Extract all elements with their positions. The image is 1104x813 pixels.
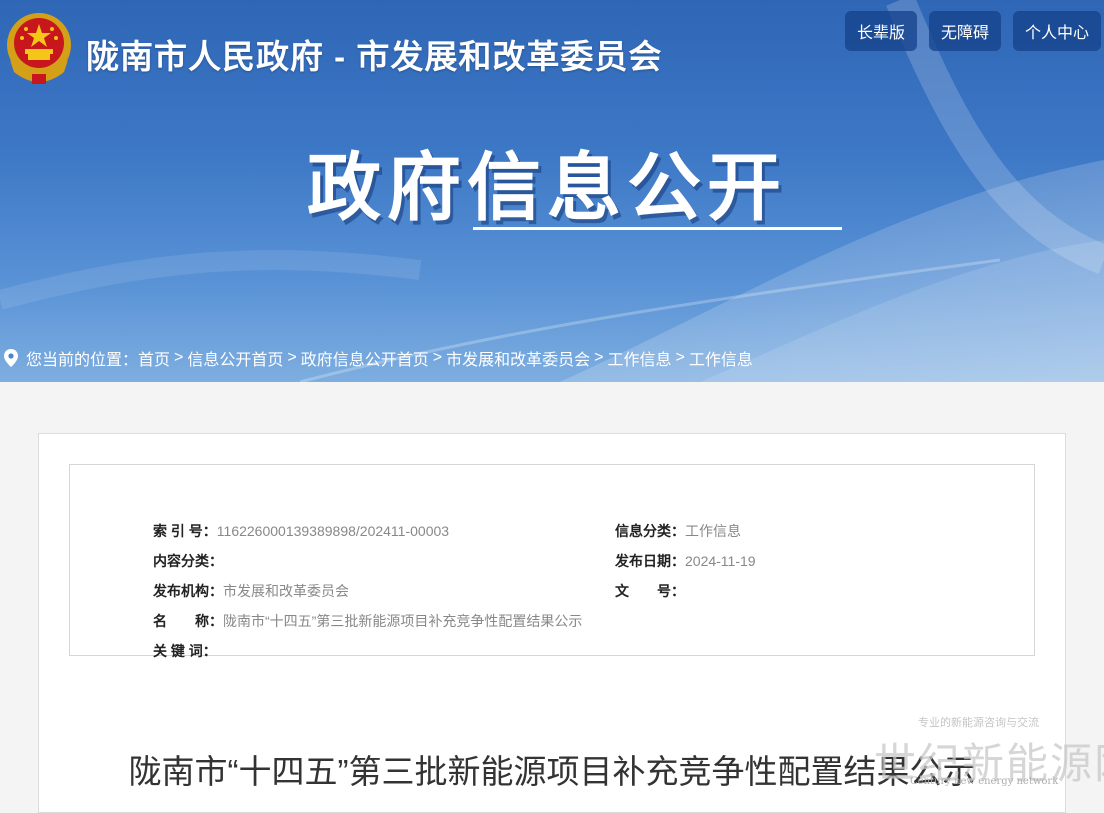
breadcrumb-gov-info-home[interactable]: 政府信息公开首页 — [301, 346, 429, 370]
meta-label: 关 键 词： — [153, 643, 217, 659]
breadcrumb-department[interactable]: 市发展和改革委员会 — [446, 346, 590, 370]
meta-value: 116226000139389898/202411-00003 — [216, 523, 450, 539]
meta-label: 发布日期： — [615, 553, 685, 569]
document-title: 陇南市“十四五”第三批新能源项目补充竞争性配置结果公示 — [128, 753, 976, 790]
breadcrumb-separator: > — [432, 349, 443, 366]
hero-title: 政府信息公开 — [307, 146, 787, 229]
meta-doc-no: 文 号： — [615, 580, 685, 602]
accessibility-button[interactable]: 无障碍 — [929, 11, 1001, 51]
article-panel: 索 引 号： 116226000139389898/202411-00003 信… — [38, 433, 1066, 813]
user-center-button[interactable]: 个人中心 — [1013, 11, 1101, 51]
meta-value: 工作信息 — [685, 523, 741, 539]
national-emblem-icon — [7, 13, 71, 84]
site-title: 陇南市人民政府 - 市发展和改革委员会 — [86, 38, 663, 75]
meta-content-class: 内容分类： — [153, 550, 223, 572]
meta-label: 内容分类： — [153, 553, 223, 569]
breadcrumb-separator: > — [174, 349, 184, 366]
elderly-mode-button[interactable]: 长辈版 — [845, 11, 917, 51]
meta-value: 市发展和改革委员会 — [223, 583, 349, 599]
location-pin-icon — [4, 349, 18, 367]
meta-publish-date: 发布日期： 2024-11-19 — [615, 550, 756, 572]
meta-publisher: 发布机构： 市发展和改革委员会 — [153, 580, 349, 602]
meta-label: 文 号： — [615, 583, 685, 599]
meta-label: 信息分类： — [615, 523, 685, 539]
meta-label: 发布机构： — [153, 583, 223, 599]
hero-underline — [473, 227, 842, 230]
content-area: 索 引 号： 116226000139389898/202411-00003 信… — [0, 382, 1104, 813]
metadata-table: 索 引 号： 116226000139389898/202411-00003 信… — [69, 464, 1035, 659]
breadcrumb-separator: > — [675, 349, 685, 366]
meta-value: 陇南市“十四五”第三批新能源项目补充竞争性配置结果公示 — [223, 613, 583, 629]
header-banner: 陇南市人民政府 - 市发展和改革委员会 长辈版 无障碍 个人中心 政府信息公开 … — [0, 0, 1104, 382]
breadcrumb-separator: > — [287, 349, 297, 366]
meta-value: 2024-11-19 — [685, 553, 756, 569]
breadcrumb-prefix: 您当前的位置： — [26, 352, 139, 369]
breadcrumb-work-info[interactable]: 工作信息 — [607, 346, 671, 370]
breadcrumb-separator: > — [594, 349, 604, 366]
breadcrumb: 您当前的位置： 首页 > 信息公开首页 > 政府信息公开首页 > 市发展和改革委… — [4, 347, 753, 369]
breadcrumb-home[interactable]: 首页 — [138, 346, 170, 370]
meta-label: 名 称： — [153, 613, 223, 629]
breadcrumb-info-home[interactable]: 信息公开首页 — [187, 346, 283, 370]
breadcrumb-work-info-current[interactable]: 工作信息 — [689, 346, 753, 370]
meta-index-no: 索 引 号： 116226000139389898/202411-00003 — [153, 520, 449, 542]
meta-category: 信息分类： 工作信息 — [615, 520, 741, 542]
meta-keywords: 关 键 词： — [153, 640, 217, 662]
meta-name: 名 称： 陇南市“十四五”第三批新能源项目补充竞争性配置结果公示 — [153, 610, 582, 632]
meta-label: 索 引 号： — [153, 523, 217, 539]
